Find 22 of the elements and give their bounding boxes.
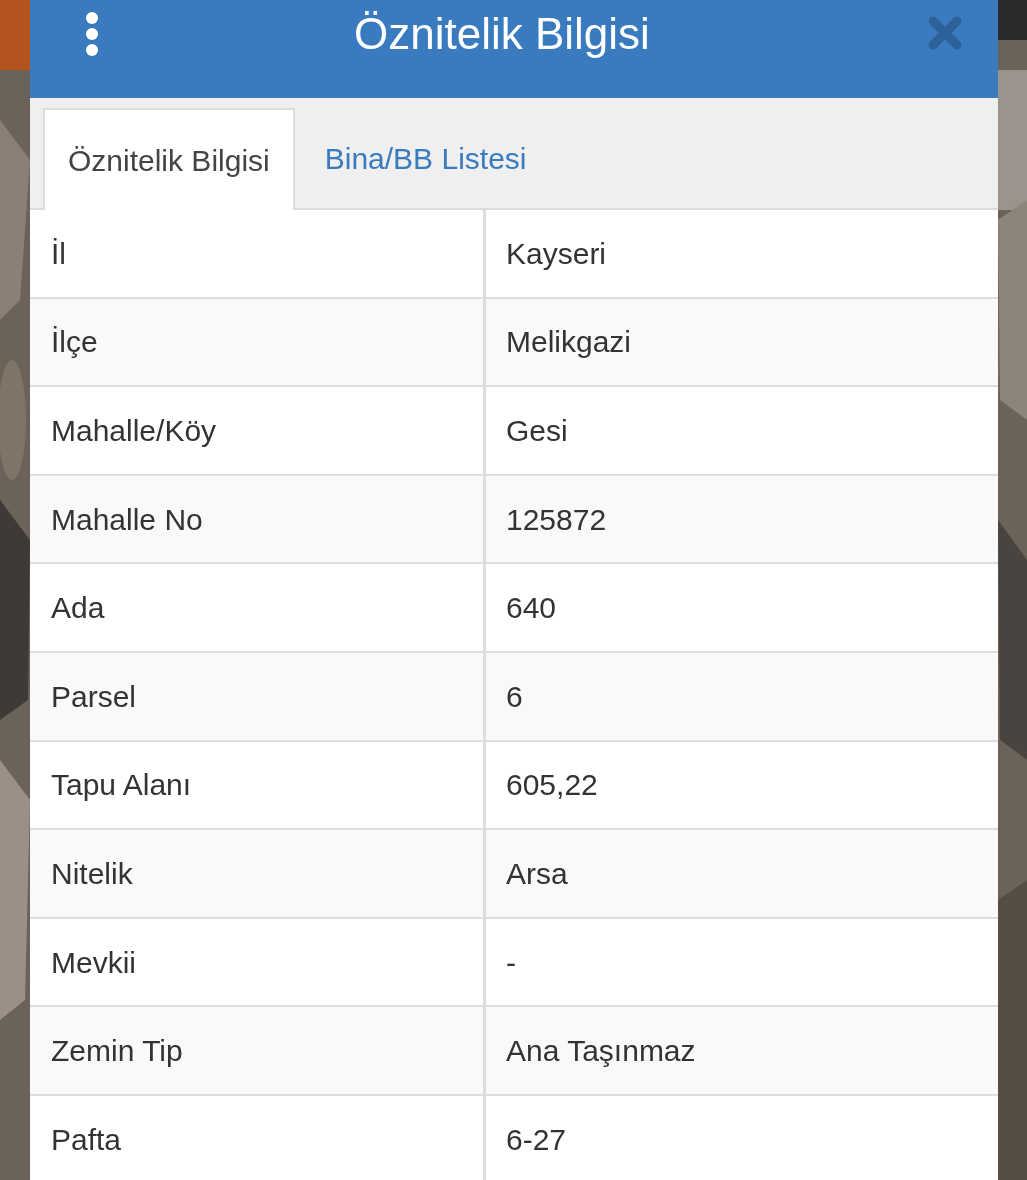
attribute-value: 640 — [505, 590, 558, 627]
attribute-value: 6 — [505, 678, 524, 715]
attribute-name: Pafta — [30, 1095, 486, 1180]
attribute-value: Arsa — [505, 855, 569, 892]
attribute-value: 6-27 — [505, 1121, 568, 1158]
attribute-name: Zemin Tip — [30, 1007, 486, 1094]
attribute-value: Kayseri — [505, 235, 608, 272]
attribute-name: İl — [30, 210, 486, 297]
tab[interactable]: Bina/BB Listesi — [294, 108, 557, 208]
attribute-value: Gesi — [505, 413, 569, 449]
dialog-title: Öznitelik Bilgisi — [354, 8, 650, 60]
attribute-value: 125872 — [505, 501, 608, 538]
attribute-value: 605,22 — [505, 767, 599, 804]
attribute-name: Parsel — [30, 652, 486, 740]
attribute-value: Melikgazi — [505, 324, 633, 361]
menu-icon[interactable] — [85, 12, 99, 56]
attribute-value: Ana Taşınmaz — [505, 1033, 697, 1070]
attribute-name: Mahalle/Köy — [30, 387, 486, 474]
attribute-name: Ada — [30, 564, 486, 651]
attribute-value: - — [505, 944, 517, 981]
tab[interactable]: Öznitelik Bilgisi — [43, 108, 295, 210]
attribute-name: Nitelik — [30, 830, 486, 917]
